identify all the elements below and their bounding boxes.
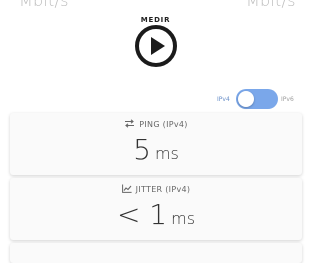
measure-button[interactable] xyxy=(134,24,178,68)
ipv6-label: IPv6 xyxy=(281,96,294,103)
jitter-value-row: < 1 ms xyxy=(10,198,302,231)
jitter-value: < 1 xyxy=(116,198,168,231)
ping-card: PING (IPv4) 5 ms xyxy=(10,113,302,175)
toggle-knob xyxy=(238,91,254,107)
jitter-unit: ms xyxy=(171,209,196,228)
download-unit-label: Mbit/s xyxy=(19,0,69,10)
ping-value: 5 xyxy=(133,133,151,166)
ping-title: PING (IPv4) xyxy=(139,120,188,129)
jitter-card-header: JITTER (IPv4) xyxy=(10,184,302,195)
next-metric-card xyxy=(10,243,302,263)
ip-version-toggle-row: IPv4 IPv6 xyxy=(214,89,304,109)
line-chart-icon xyxy=(121,184,132,195)
play-icon xyxy=(135,25,177,67)
ping-unit: ms xyxy=(154,144,179,163)
ping-value-row: 5 ms xyxy=(10,133,302,166)
measure-label: MEDIR xyxy=(140,16,171,24)
ipv4-label: IPv4 xyxy=(217,96,230,103)
upload-unit-label: Mbit/s xyxy=(246,0,296,10)
ping-card-header: PING (IPv4) xyxy=(10,119,302,130)
jitter-card: JITTER (IPv4) < 1 ms xyxy=(10,178,302,240)
ip-version-toggle[interactable] xyxy=(236,89,278,109)
jitter-title: JITTER (IPv4) xyxy=(135,185,191,194)
swap-arrows-icon xyxy=(124,119,135,130)
